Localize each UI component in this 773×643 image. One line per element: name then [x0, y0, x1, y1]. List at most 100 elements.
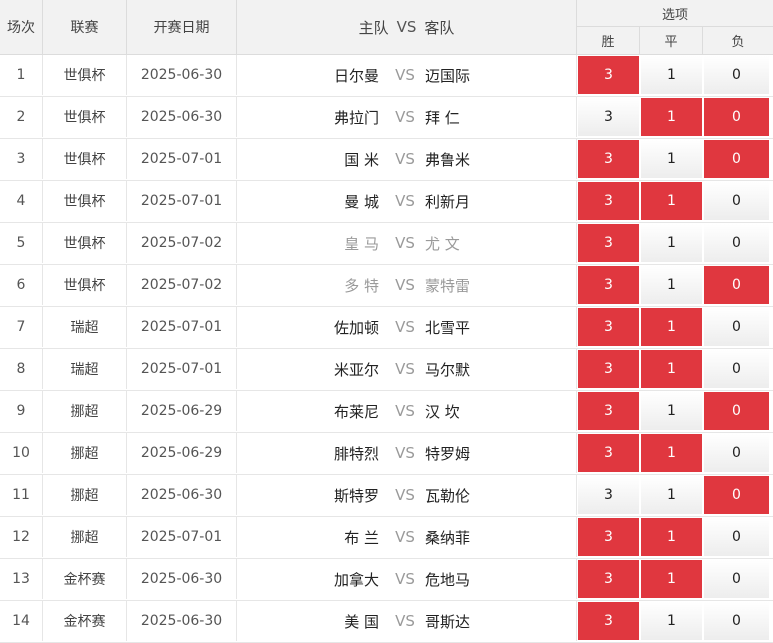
option-draw-button[interactable]: 1 — [641, 224, 702, 262]
option-lose-button[interactable]: 0 — [704, 56, 769, 94]
match-date: 2025-07-01 — [127, 517, 237, 557]
option-draw-button[interactable]: 1 — [641, 476, 702, 514]
match-date: 2025-06-30 — [127, 559, 237, 599]
home-team: 布莱尼 — [333, 402, 379, 421]
option-draw-button[interactable]: 1 — [641, 266, 702, 304]
league-name: 金杯赛 — [43, 601, 127, 641]
match-no: 12 — [0, 517, 43, 557]
option-win-button[interactable]: 3 — [578, 602, 639, 640]
league-name: 世俱杯 — [43, 55, 127, 95]
option-lose-button[interactable]: 0 — [704, 518, 769, 556]
option-win-button[interactable]: 3 — [578, 308, 639, 346]
option-win-button[interactable]: 3 — [578, 560, 639, 598]
option-lose-button[interactable]: 0 — [704, 350, 769, 388]
option-draw-button[interactable]: 1 — [641, 602, 702, 640]
match-date: 2025-07-02 — [127, 265, 237, 305]
option-draw-button[interactable]: 1 — [641, 350, 702, 388]
header-away: 客队 — [424, 18, 455, 37]
option-lose-button[interactable]: 0 — [704, 434, 769, 472]
match-date: 2025-07-02 — [127, 223, 237, 263]
league-name: 世俱杯 — [43, 181, 127, 221]
option-draw-button[interactable]: 1 — [641, 56, 702, 94]
away-team: 弗鲁米 — [423, 139, 577, 179]
option-lose-button[interactable]: 0 — [704, 560, 769, 598]
league-name: 挪超 — [43, 517, 127, 557]
option-lose-button[interactable]: 0 — [704, 308, 769, 346]
match-no: 2 — [0, 97, 43, 137]
table-body: 1 世俱杯 2025-06-30 日尔曼 VS 迈国际 3 1 0 2 世俱杯 2025-06-30 弗… — [0, 55, 773, 643]
option-lose-button[interactable]: 0 — [704, 182, 769, 220]
vs-label: VS — [395, 66, 415, 84]
option-win-button[interactable]: 3 — [578, 434, 639, 472]
match-no: 7 — [0, 307, 43, 347]
option-lose-button[interactable]: 0 — [704, 476, 769, 514]
match-no: 8 — [0, 349, 43, 389]
match-date: 2025-07-01 — [127, 307, 237, 347]
option-win-button[interactable]: 3 — [578, 140, 639, 178]
home-team: 斯特罗 — [333, 486, 379, 505]
away-team: 桑纳菲 — [423, 517, 577, 557]
away-team: 尤 文 — [423, 223, 577, 263]
table-row: 13 金杯赛 2025-06-30 加拿大 VS 危地马 3 1 0 — [0, 559, 773, 601]
option-win-button[interactable]: 3 — [578, 518, 639, 556]
league-name: 世俱杯 — [43, 97, 127, 137]
option-win-button[interactable]: 3 — [578, 266, 639, 304]
header-teams: 主队 VS 客队 — [237, 0, 577, 54]
header-date: 开赛日期 — [127, 0, 237, 54]
league-name: 瑞超 — [43, 349, 127, 389]
option-draw-button[interactable]: 1 — [641, 182, 702, 220]
vs-label: VS — [395, 444, 415, 462]
home-team: 米亚尔 — [333, 360, 379, 379]
home-team: 美 国 — [344, 612, 379, 631]
vs-label: VS — [395, 234, 415, 252]
home-team: 腓特烈 — [333, 444, 379, 463]
match-table: 场次 联赛 开赛日期 主队 VS 客队 选项 胜 平 负 1 世俱杯 2025-06… — [0, 0, 773, 643]
table-row: 8 瑞超 2025-07-01 米亚尔 VS 马尔默 3 1 0 — [0, 349, 773, 391]
option-win-button[interactable]: 3 — [578, 350, 639, 388]
league-name: 世俱杯 — [43, 223, 127, 263]
option-lose-button[interactable]: 0 — [704, 392, 769, 430]
home-team: 多 特 — [344, 276, 379, 295]
away-team: 汉 坎 — [423, 391, 577, 431]
option-win-button[interactable]: 3 — [578, 56, 639, 94]
option-draw-button[interactable]: 1 — [641, 98, 702, 136]
table-header: 场次 联赛 开赛日期 主队 VS 客队 选项 胜 平 负 — [0, 0, 773, 55]
option-win-button[interactable]: 3 — [578, 476, 639, 514]
match-no: 11 — [0, 475, 43, 515]
option-draw-button[interactable]: 1 — [641, 560, 702, 598]
home-team: 加拿大 — [333, 570, 379, 589]
option-draw-button[interactable]: 1 — [641, 518, 702, 556]
home-team: 曼 城 — [344, 192, 379, 211]
option-win-button[interactable]: 3 — [578, 98, 639, 136]
option-win-button[interactable]: 3 — [578, 182, 639, 220]
option-draw-button[interactable]: 1 — [641, 392, 702, 430]
away-team: 哥斯达 — [423, 601, 577, 641]
option-lose-button[interactable]: 0 — [704, 602, 769, 640]
table-row: 1 世俱杯 2025-06-30 日尔曼 VS 迈国际 3 1 0 — [0, 55, 773, 97]
header-home: 主队 — [358, 18, 389, 37]
table-row: 11 挪超 2025-06-30 斯特罗 VS 瓦勒伦 3 1 0 — [0, 475, 773, 517]
option-lose-button[interactable]: 0 — [704, 140, 769, 178]
away-team: 瓦勒伦 — [423, 475, 577, 515]
option-draw-button[interactable]: 1 — [641, 308, 702, 346]
vs-label: VS — [395, 318, 415, 336]
option-win-button[interactable]: 3 — [578, 392, 639, 430]
option-lose-button[interactable]: 0 — [704, 224, 769, 262]
option-draw-button[interactable]: 1 — [641, 434, 702, 472]
match-no: 5 — [0, 223, 43, 263]
match-date: 2025-06-30 — [127, 475, 237, 515]
match-date: 2025-06-30 — [127, 97, 237, 137]
option-win-button[interactable]: 3 — [578, 224, 639, 262]
away-team: 特罗姆 — [423, 433, 577, 473]
option-lose-button[interactable]: 0 — [704, 266, 769, 304]
option-draw-button[interactable]: 1 — [641, 140, 702, 178]
table-row: 14 金杯赛 2025-06-30 美 国 VS 哥斯达 3 1 0 — [0, 601, 773, 643]
match-no: 1 — [0, 55, 43, 95]
header-lose: 负 — [731, 35, 745, 50]
table-row: 6 世俱杯 2025-07-02 多 特 VS 蒙特雷 3 1 0 — [0, 265, 773, 307]
home-team: 国 米 — [344, 150, 379, 169]
option-lose-button[interactable]: 0 — [704, 98, 769, 136]
header-win: 胜 — [577, 27, 640, 54]
vs-label: VS — [395, 108, 415, 126]
home-team: 佐加顿 — [333, 318, 379, 337]
